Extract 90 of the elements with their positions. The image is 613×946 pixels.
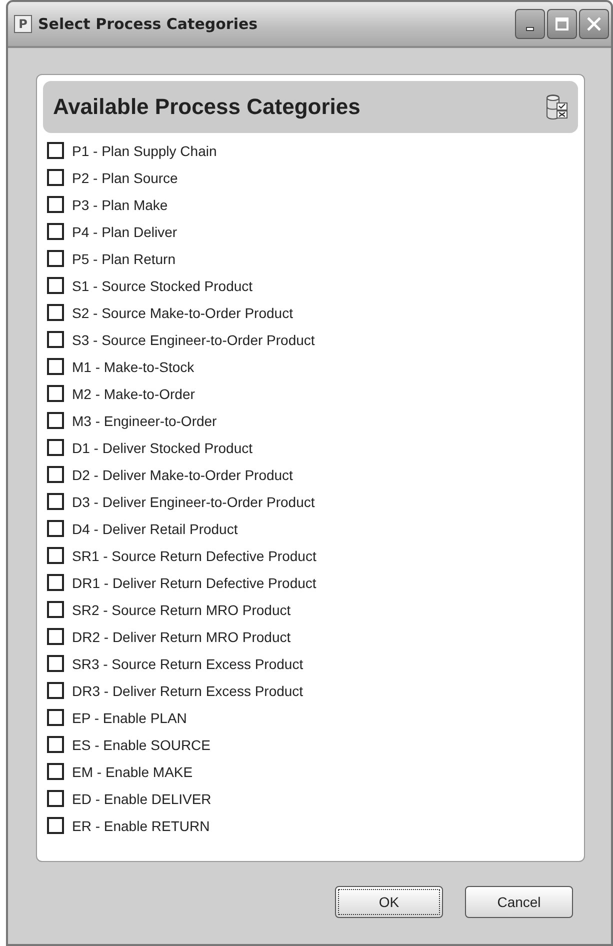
- checkbox[interactable]: [47, 493, 64, 510]
- category-checkbox[interactable]: EP - Enable PLAN: [47, 704, 187, 731]
- category-label: DR2 - Deliver Return MRO Product: [72, 628, 291, 644]
- panel-title: Available Process Categories: [53, 94, 360, 120]
- checkbox[interactable]: [47, 817, 64, 834]
- checkbox[interactable]: [47, 574, 64, 591]
- category-label: P2 - Plan Source: [72, 170, 178, 186]
- checkbox[interactable]: [47, 601, 64, 618]
- category-checkbox[interactable]: D3 - Deliver Engineer-to-Order Product: [47, 488, 315, 515]
- window-title: Select Process Categories: [38, 15, 259, 33]
- category-checkbox[interactable]: M1 - Make-to-Stock: [47, 353, 194, 380]
- category-label: EP - Enable PLAN: [72, 710, 187, 726]
- checkbox[interactable]: [47, 277, 64, 294]
- maximize-icon: [555, 17, 569, 31]
- category-label: M2 - Make-to-Order: [72, 386, 195, 402]
- database-checklist-icon: [546, 94, 568, 120]
- category-label: DR1 - Deliver Return Defective Product: [72, 574, 316, 590]
- category-label: DR3 - Deliver Return Excess Product: [72, 682, 304, 698]
- checkbox[interactable]: [47, 709, 64, 726]
- category-label: D1 - Deliver Stocked Product: [72, 440, 253, 456]
- category-checkbox[interactable]: S1 - Source Stocked Product: [47, 272, 253, 299]
- checkbox[interactable]: [47, 385, 64, 402]
- checkbox[interactable]: [47, 439, 64, 456]
- category-checkbox[interactable]: D1 - Deliver Stocked Product: [47, 434, 253, 461]
- checkbox[interactable]: [47, 223, 64, 240]
- category-label: S1 - Source Stocked Product: [72, 278, 253, 294]
- category-label: P3 - Plan Make: [72, 196, 168, 212]
- category-checkbox[interactable]: ES - Enable SOURCE: [47, 731, 210, 758]
- category-label: SR3 - Source Return Excess Product: [72, 656, 304, 672]
- category-checkbox[interactable]: DR1 - Deliver Return Defective Product: [47, 569, 316, 596]
- category-label: M3 - Engineer-to-Order: [72, 412, 217, 428]
- cancel-button[interactable]: Cancel: [465, 886, 573, 918]
- checkbox[interactable]: [47, 547, 64, 564]
- category-checkbox[interactable]: EM - Enable MAKE: [47, 758, 193, 785]
- checkbox[interactable]: [47, 358, 64, 375]
- category-label: M1 - Make-to-Stock: [72, 358, 194, 374]
- category-label: P1 - Plan Supply Chain: [72, 142, 217, 158]
- checkbox[interactable]: [47, 169, 64, 186]
- category-checkbox[interactable]: ER - Enable RETURN: [47, 812, 210, 839]
- category-checkbox[interactable]: P5 - Plan Return: [47, 245, 176, 272]
- checkbox[interactable]: [47, 304, 64, 321]
- checkbox[interactable]: [47, 520, 64, 537]
- checkbox[interactable]: [47, 736, 64, 753]
- checkbox[interactable]: [47, 628, 64, 645]
- category-checkbox[interactable]: S3 - Source Engineer-to-Order Product: [47, 326, 315, 353]
- category-checkbox[interactable]: ED - Enable DELIVER: [47, 785, 212, 812]
- category-label: P5 - Plan Return: [72, 250, 176, 266]
- category-checkbox[interactable]: SR3 - Source Return Excess Product: [47, 650, 304, 677]
- category-checkbox[interactable]: D2 - Deliver Make-to-Order Product: [47, 461, 293, 488]
- category-checkbox[interactable]: D4 - Deliver Retail Product: [47, 515, 238, 542]
- minimize-button[interactable]: [515, 9, 545, 39]
- category-checkbox[interactable]: M3 - Engineer-to-Order: [47, 407, 217, 434]
- checkbox[interactable]: [47, 142, 64, 159]
- checkbox[interactable]: [47, 250, 64, 267]
- category-label: SR2 - Source Return MRO Product: [72, 602, 291, 618]
- category-checkbox[interactable]: SR2 - Source Return MRO Product: [47, 596, 291, 623]
- close-button[interactable]: [579, 9, 609, 39]
- category-label: P4 - Plan Deliver: [72, 224, 178, 240]
- checkbox[interactable]: [47, 412, 64, 429]
- category-checkbox[interactable]: P1 - Plan Supply Chain: [47, 137, 217, 164]
- category-checkbox[interactable]: S2 - Source Make-to-Order Product: [47, 299, 293, 326]
- checkbox[interactable]: [47, 331, 64, 348]
- close-icon: [587, 17, 601, 31]
- category-checkbox[interactable]: DR3 - Deliver Return Excess Product: [47, 677, 304, 704]
- category-label: EM - Enable MAKE: [72, 764, 193, 780]
- checkbox[interactable]: [47, 763, 64, 780]
- category-checkbox[interactable]: DR2 - Deliver Return MRO Product: [47, 623, 291, 650]
- category-label: S3 - Source Engineer-to-Order Product: [72, 332, 315, 348]
- checkbox[interactable]: [47, 790, 64, 807]
- minimize-icon: [526, 27, 534, 31]
- category-checkbox[interactable]: P2 - Plan Source: [47, 164, 178, 191]
- category-checkbox[interactable]: P3 - Plan Make: [47, 191, 168, 218]
- category-label: D4 - Deliver Retail Product: [72, 520, 238, 536]
- maximize-button[interactable]: [547, 9, 577, 39]
- category-checkbox[interactable]: P4 - Plan Deliver: [47, 218, 178, 245]
- category-checkbox[interactable]: M2 - Make-to-Order: [47, 380, 195, 407]
- checkbox[interactable]: [47, 682, 64, 699]
- category-label: S2 - Source Make-to-Order Product: [72, 304, 293, 320]
- checkbox[interactable]: [47, 466, 64, 483]
- category-label: ES - Enable SOURCE: [72, 736, 210, 752]
- app-icon: P: [14, 15, 32, 33]
- checkbox[interactable]: [47, 196, 64, 213]
- category-label: ER - Enable RETURN: [72, 818, 210, 834]
- ok-button[interactable]: OK: [335, 886, 443, 918]
- category-label: D3 - Deliver Engineer-to-Order Product: [72, 494, 315, 510]
- category-label: D2 - Deliver Make-to-Order Product: [72, 466, 293, 482]
- checkbox[interactable]: [47, 655, 64, 672]
- category-label: ED - Enable DELIVER: [72, 790, 212, 806]
- category-label: SR1 - Source Return Defective Product: [72, 548, 316, 564]
- category-checkbox[interactable]: SR1 - Source Return Defective Product: [47, 542, 316, 569]
